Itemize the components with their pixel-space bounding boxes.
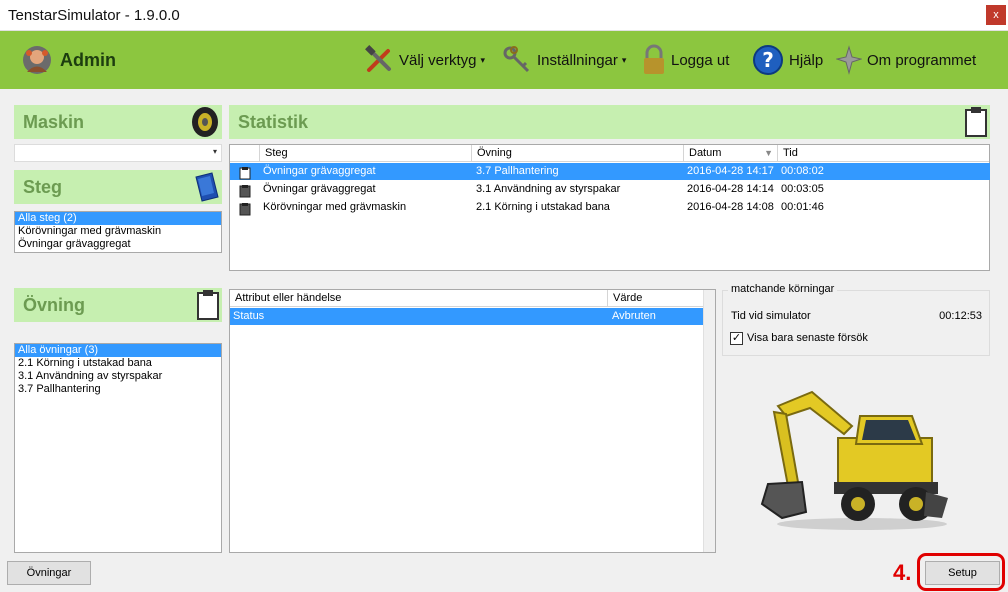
svg-text:?: ?: [762, 48, 774, 72]
folder-icon: [195, 172, 219, 202]
statistik-header: Statistik: [229, 105, 990, 139]
window-title: TenstarSimulator - 1.9.0.0: [8, 7, 180, 24]
ovning-header: Övning: [14, 288, 222, 322]
help-icon: ?: [753, 45, 783, 75]
menu-valj-verktyg[interactable]: Välj verktyg ▾: [364, 43, 485, 77]
column-header-tid[interactable]: Tid: [778, 145, 990, 162]
group-legend: matchande körningar: [728, 283, 838, 295]
list-item[interactable]: 3.1 Användning av styrspakar: [15, 370, 221, 383]
lock-icon: [644, 44, 664, 74]
chevron-down-icon: ▾: [212, 147, 217, 156]
steg-list[interactable]: Alla steg (2) Körövningar med grävmaskin…: [14, 211, 222, 253]
steg-title: Steg: [23, 177, 63, 197]
cell-varde: Avbruten: [612, 310, 656, 322]
cell-datum: 2016-04-28 14:08: [687, 201, 774, 213]
excavator-image: [760, 390, 948, 530]
cell-attribut: Status: [233, 310, 265, 322]
checkbox-box[interactable]: ✓: [730, 331, 743, 345]
document-icon: [239, 167, 251, 180]
star-logo-icon: [836, 45, 862, 75]
close-button[interactable]: x: [986, 5, 1006, 25]
steg-header: Steg: [14, 170, 222, 204]
column-header-attribut[interactable]: Attribut eller händelse: [230, 290, 608, 307]
column-header-datum[interactable]: Datum ▼: [684, 145, 778, 162]
menu-om-programmet-label: Om programmet: [867, 51, 977, 69]
table-row[interactable]: Körövningar med grävmaskin 2.1 Körning i…: [230, 199, 990, 216]
statistik-grid[interactable]: Steg Övning Datum ▼ Tid Övningar grävagg…: [229, 144, 990, 271]
table-row[interactable]: Övningar grävaggregat 3.7 Pallhantering …: [230, 163, 990, 180]
checkbox-label: Visa bara senaste försök: [747, 332, 868, 344]
menu-installningar[interactable]: Inställningar ▾: [502, 43, 626, 77]
statistik-grid-header: Steg Övning Datum ▼ Tid: [230, 145, 989, 162]
user-avatar-icon: [23, 46, 51, 74]
list-item[interactable]: 2.1 Körning i utstakad bana: [15, 357, 221, 370]
table-row[interactable]: Status Avbruten: [230, 308, 704, 325]
ovning-title: Övning: [23, 295, 85, 315]
maskin-select[interactable]: ▾: [14, 144, 222, 162]
clipboard-icon: [197, 290, 219, 320]
menu-hjalp-label: Hjälp: [789, 51, 824, 69]
matchande-korningar-group: matchande körningar Tid vid simulator 00…: [722, 283, 990, 356]
list-item[interactable]: Övningar grävaggregat: [15, 238, 221, 251]
maskin-title: Maskin: [23, 112, 85, 132]
document-icon: [239, 185, 251, 198]
menu-hjalp[interactable]: ? Hjälp: [752, 43, 823, 77]
menu-logga-ut[interactable]: Logga ut: [642, 43, 729, 77]
attribut-grid-header: Attribut eller händelse Värde: [230, 290, 715, 307]
column-header-steg[interactable]: Steg: [260, 145, 472, 162]
cell-tid: 00:03:05: [781, 183, 824, 195]
cell-tid: 00:01:46: [781, 201, 824, 213]
title-bar: TenstarSimulator - 1.9.0.0 x: [0, 0, 1008, 31]
attribut-grid[interactable]: Attribut eller händelse Värde Status Avb…: [229, 289, 716, 553]
clipboard-icon: [965, 107, 987, 137]
column-header-icon: [230, 145, 260, 162]
cell-datum: 2016-04-28 14:14: [687, 183, 774, 195]
menu-installningar-label: Inställningar: [537, 51, 618, 69]
cell-ovning: 3.7 Pallhantering: [476, 165, 559, 177]
cell-ovning: 3.1 Användning av styrspakar: [476, 183, 621, 195]
menu-om-programmet[interactable]: Om programmet: [836, 43, 976, 77]
latest-attempt-checkbox[interactable]: ✓ Visa bara senaste försök: [730, 331, 868, 345]
cell-datum: 2016-04-28 14:17: [687, 165, 774, 177]
tire-icon: [192, 107, 218, 137]
sort-desc-icon: ▼: [764, 148, 773, 158]
setup-button[interactable]: Setup: [925, 561, 1000, 585]
vertical-scrollbar[interactable]: [703, 290, 715, 552]
cell-steg: Övningar grävaggregat: [263, 165, 376, 177]
chevron-down-icon: ▾: [621, 54, 627, 65]
cell-steg: Övningar grävaggregat: [263, 183, 376, 195]
document-icon: [239, 203, 251, 216]
column-header-varde[interactable]: Värde: [608, 290, 704, 307]
menu-logga-ut-label: Logga ut: [671, 51, 730, 69]
maskin-header: Maskin: [14, 105, 222, 139]
time-value: 00:12:53: [939, 310, 982, 322]
table-row[interactable]: Övningar grävaggregat 3.1 Användning av …: [230, 181, 990, 198]
keys-icon: [503, 46, 530, 73]
list-item[interactable]: Körövningar med grävmaskin: [15, 225, 221, 238]
user-badge[interactable]: Admin: [20, 43, 116, 77]
list-item[interactable]: Alla övningar (3): [15, 344, 221, 357]
cell-steg: Körövningar med grävmaskin: [263, 201, 407, 213]
statistik-title: Statistik: [238, 112, 309, 132]
ovning-list[interactable]: Alla övningar (3) 2.1 Körning i utstakad…: [14, 343, 222, 553]
tools-icon: [365, 45, 391, 72]
menu-valj-verktyg-label: Välj verktyg: [399, 51, 477, 69]
column-header-datum-label: Datum: [689, 147, 722, 159]
top-menu-bar: Admin Välj verktyg ▾ Inställningar ▾ Log…: [0, 31, 1008, 89]
cell-ovning: 2.1 Körning i utstakad bana: [476, 201, 610, 213]
user-name: Admin: [60, 49, 116, 70]
step-annotation: 4.: [893, 560, 912, 585]
ovningar-button[interactable]: Övningar: [7, 561, 91, 585]
list-item[interactable]: Alla steg (2): [15, 212, 221, 225]
list-item[interactable]: 3.7 Pallhantering: [15, 383, 221, 396]
chevron-down-icon: ▾: [480, 54, 486, 65]
column-header-ovning[interactable]: Övning: [472, 145, 684, 162]
cell-tid: 00:08:02: [781, 165, 824, 177]
time-label: Tid vid simulator: [731, 310, 811, 322]
